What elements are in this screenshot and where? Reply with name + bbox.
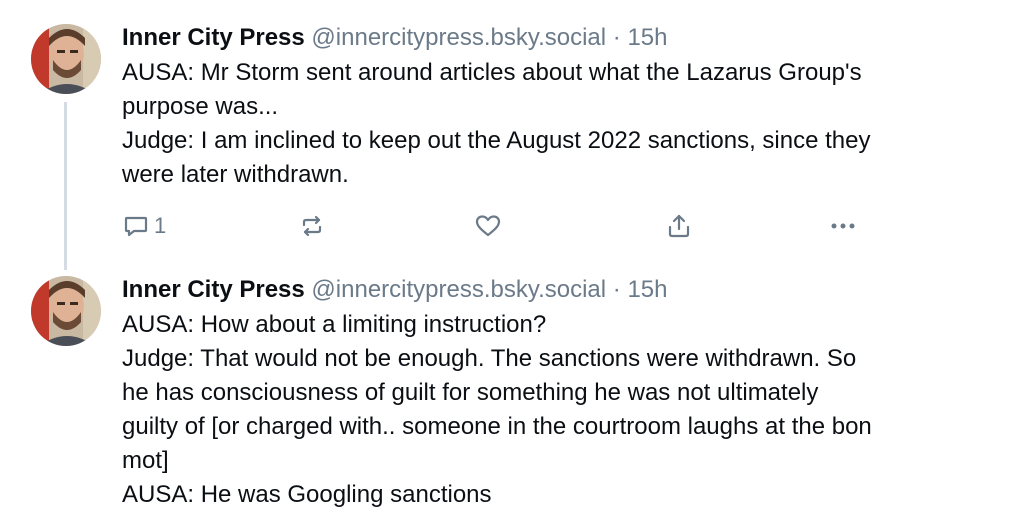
post-text: AUSA: Mr Storm sent around articles abou… [122,56,1002,192]
share-icon [668,214,690,238]
author-name[interactable]: Inner City Press [122,276,305,303]
author-name[interactable]: Inner City Press [122,24,305,51]
post-text-line: were later withdrawn. [122,161,349,188]
post-content: Inner City Press @innercitypress.bsky.so… [122,272,1002,512]
more-options-button[interactable] [828,206,858,246]
post-text-line: he has consciousness of guilt for someth… [122,379,819,406]
reply-icon [124,216,148,237]
avatar-image [31,24,101,94]
post-text-line: AUSA: Mr Storm sent around articles abou… [122,59,862,86]
post-actions: 1 [122,206,862,246]
reply-count: 1 [154,213,167,238]
post-content: Inner City Press @innercitypress.bsky.so… [122,20,1002,192]
post-text-line: AUSA: How about a limiting instruction? [122,311,547,338]
post-text-line: AUSA: He was Googling sanctions [122,481,492,508]
author-handle[interactable]: @innercitypress.bsky.social [311,24,606,51]
thread-connector-line [64,102,67,270]
post-text-line: Judge: I am inclined to keep out the Aug… [122,127,871,154]
repost-icon [302,215,322,237]
avatar-image [31,276,101,346]
post-text: AUSA: How about a limiting instruction? … [122,308,1002,512]
author-handle[interactable]: @innercitypress.bsky.social [311,276,606,303]
header-separator: · [612,276,621,303]
post-text-line: purpose was... [122,93,279,120]
post-timestamp[interactable]: 15h [627,24,667,51]
post-text-line: guilty of [or charged with.. someone in … [122,413,872,440]
more-icon [831,223,855,229]
share-button[interactable] [665,206,693,246]
post-text-line: Judge: That would not be enough. The san… [122,345,857,372]
post-header: Inner City Press @innercitypress.bsky.so… [122,272,1002,308]
header-separator: · [612,24,621,51]
post-text-line: mot] [122,447,169,474]
like-button[interactable] [473,206,503,246]
avatar[interactable] [31,24,101,94]
thread-view: Inner City Press @innercitypress.bsky.so… [0,0,1024,530]
like-icon [475,215,501,237]
avatar[interactable] [31,276,101,346]
post-timestamp[interactable]: 15h [627,276,667,303]
repost-button[interactable] [298,206,326,246]
reply-button[interactable]: 1 [122,206,166,246]
post-header: Inner City Press @innercitypress.bsky.so… [122,20,1002,56]
